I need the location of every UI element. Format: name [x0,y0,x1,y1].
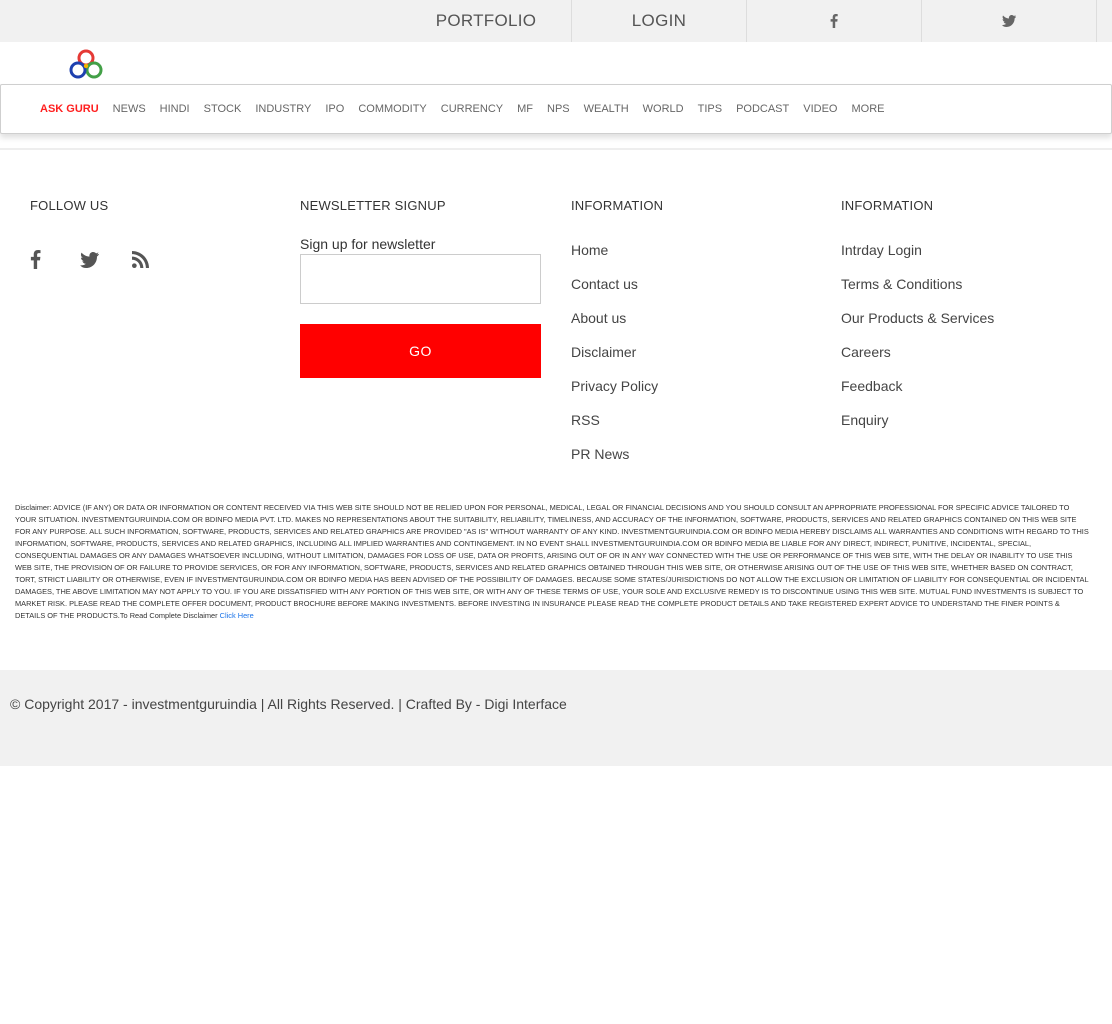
divider [1096,0,1097,42]
nav-item-video[interactable]: VIDEO [803,103,837,115]
newsletter-email-input[interactable] [300,254,541,304]
information-title: INFORMATION [571,198,664,213]
newsletter-label: Sign up for newsletter [300,236,436,252]
nav-item-wealth[interactable]: WEALTH [584,103,629,115]
top-bar: PORTFOLIO LOGIN [0,0,1112,42]
information-section-1: INFORMATION [571,198,663,213]
nav-item-hindi[interactable]: HINDI [160,103,190,115]
nav-item-ipo[interactable]: IPO [325,103,344,115]
footer-link-about-us[interactable]: About us [571,308,658,342]
footer-link-privacy-policy[interactable]: Privacy Policy [571,376,658,410]
footer-link-home[interactable]: Home [571,240,658,274]
follow-us-section: FOLLOW US [30,198,108,213]
information-title: INFORMATION [841,198,934,213]
nav-item-tips[interactable]: TIPS [698,103,722,115]
footer-link-pr-news[interactable]: PR News [571,444,658,478]
site-logo[interactable] [60,48,106,86]
copyright-bar: © Copyright 2017 - investmentguruindia |… [0,670,1112,766]
nav-item-world[interactable]: WORLD [643,103,684,115]
footer-link-contact-us[interactable]: Contact us [571,274,658,308]
follow-us-title: FOLLOW US [30,198,109,213]
information-section-2: INFORMATION [841,198,933,213]
copyright-text: © Copyright 2017 - investmentguruindia |… [10,696,567,712]
nav-item-mf[interactable]: MF [517,103,533,115]
footer-link-enquiry[interactable]: Enquiry [841,410,994,444]
disclaimer-click-here-link[interactable]: Click Here [220,611,254,620]
newsletter-go-button[interactable]: GO [300,324,541,378]
footer-link-disclaimer[interactable]: Disclaimer [571,342,658,376]
nav-item-commodity[interactable]: COMMODITY [358,103,426,115]
footer-link-rss[interactable]: RSS [571,410,658,444]
nav-item-news[interactable]: NEWS [113,103,146,115]
nav-item-podcast[interactable]: PODCAST [736,103,789,115]
nav-item-ask-guru[interactable]: ASK GURU [40,103,99,115]
nav-item-stock[interactable]: STOCK [204,103,242,115]
login-link[interactable]: LOGIN [572,0,746,42]
nav-item-nps[interactable]: NPS [547,103,570,115]
twitter-icon[interactable] [922,0,1096,42]
footer-link-terms[interactable]: Terms & Conditions [841,274,994,308]
newsletter-section: NEWSLETTER SIGNUP [300,198,446,213]
nav-item-currency[interactable]: CURRENCY [441,103,503,115]
social-icons [30,250,162,274]
rss-icon[interactable] [132,251,162,273]
portfolio-link[interactable]: PORTFOLIO [400,0,572,42]
facebook-icon[interactable] [30,250,80,274]
facebook-icon[interactable] [747,0,921,42]
information-links-2: Intrday Login Terms & Conditions Our Pro… [841,240,994,444]
disclaimer-body: Disclaimer: ADVICE (IF ANY) OR DATA OR I… [15,503,1089,620]
nav-item-industry[interactable]: INDUSTRY [255,103,311,115]
nav-item-more[interactable]: MORE [851,103,884,115]
newsletter-title: NEWSLETTER SIGNUP [300,198,446,213]
footer-link-products-services[interactable]: Our Products & Services [841,308,994,342]
disclaimer-text: Disclaimer: ADVICE (IF ANY) OR DATA OR I… [15,502,1090,622]
footer-link-intrday-login[interactable]: Intrday Login [841,240,994,274]
footer-link-careers[interactable]: Careers [841,342,994,376]
footer-link-feedback[interactable]: Feedback [841,376,994,410]
divider [0,148,1112,150]
main-nav: ASK GURU NEWS HINDI STOCK INDUSTRY IPO C… [0,84,1112,134]
twitter-icon[interactable] [80,251,132,273]
information-links-1: Home Contact us About us Disclaimer Priv… [571,240,658,478]
